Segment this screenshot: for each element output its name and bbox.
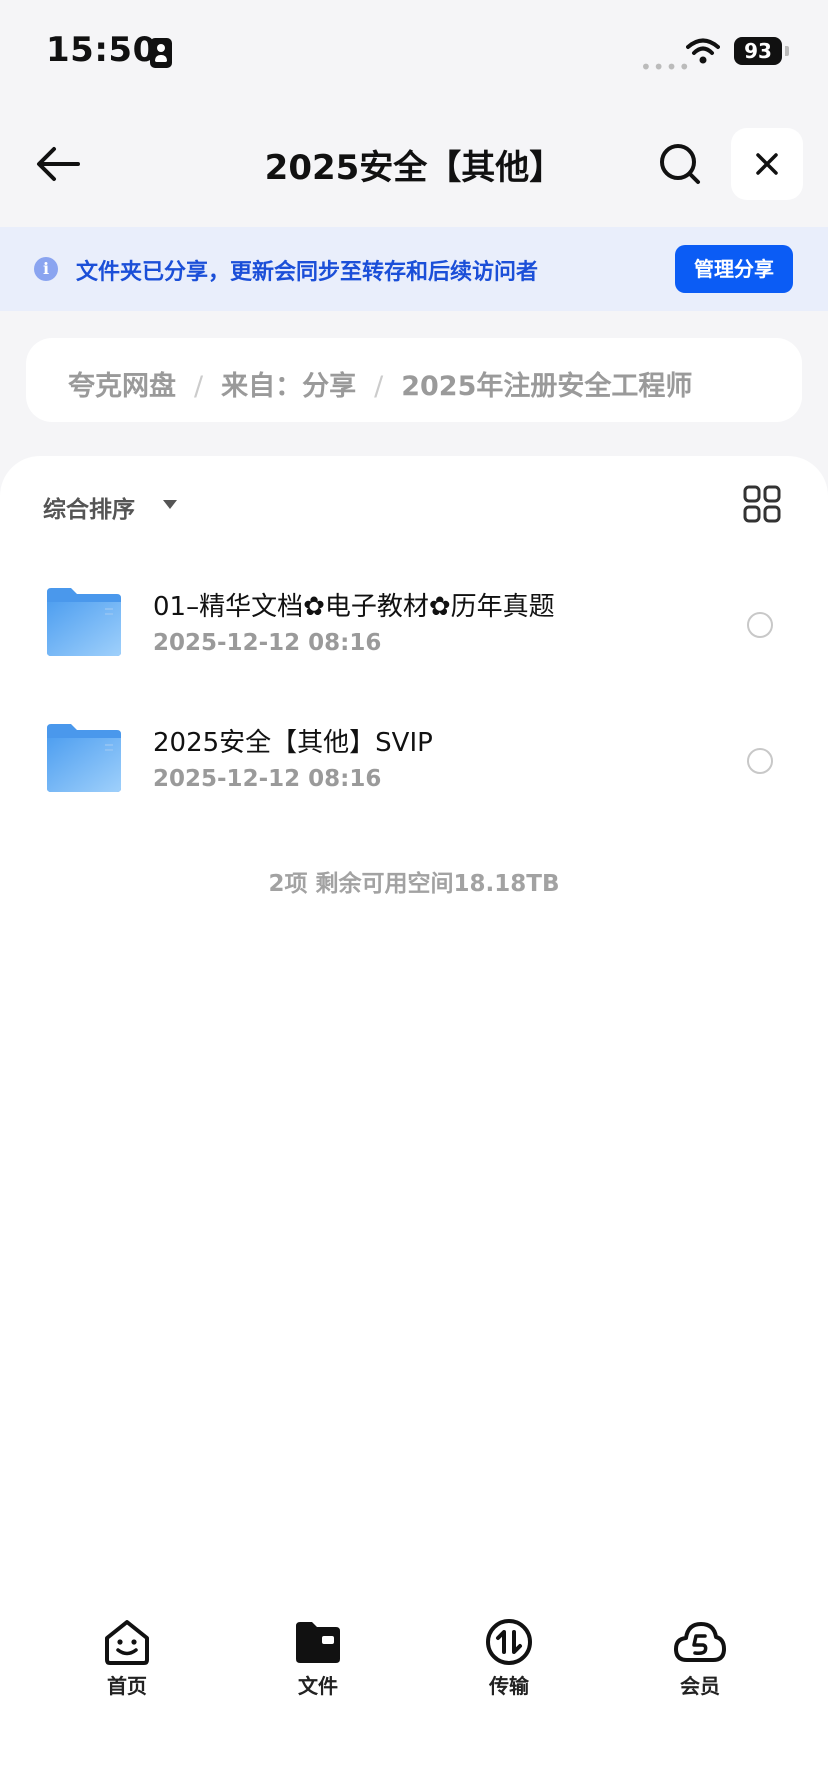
- folder-wallet-icon: [296, 1622, 340, 1663]
- tab-transfer-label: 传输: [489, 1674, 529, 1698]
- info-icon: i: [34, 257, 58, 281]
- battery-tip: [785, 46, 789, 56]
- caret-down-icon[interactable]: [163, 500, 177, 509]
- file-name: 01–精华文档✿电子教材✿历年真题: [153, 592, 555, 622]
- breadcrumb-fade: [742, 338, 802, 422]
- arrow-left-icon: [37, 147, 80, 181]
- sort-dropdown[interactable]: 综合排序: [43, 490, 135, 524]
- breadcrumb-item-folder[interactable]: 2025年注册安全工程师: [401, 371, 692, 402]
- tab-files[interactable]: 文件: [258, 1618, 378, 1710]
- nav-bar: 2025安全【其他】: [0, 112, 828, 216]
- storage-summary: 2项 剩余可用空间18.18TB: [268, 871, 560, 897]
- back-button[interactable]: [30, 136, 86, 192]
- wifi-icon: [686, 38, 720, 64]
- select-radio[interactable]: [747, 748, 773, 774]
- share-banner-text: 文件夹已分享，更新会同步至转存和后续访问者: [76, 260, 539, 285]
- file-date: 2025-12-12 08:16: [153, 766, 382, 792]
- member-cloud-icon: [674, 1622, 726, 1662]
- folder-icon: [47, 724, 121, 792]
- tab-home[interactable]: 首页: [67, 1618, 187, 1710]
- breadcrumb-item-share[interactable]: 来自：分享: [221, 371, 356, 402]
- battery-icon: 93: [734, 37, 782, 65]
- focus-badge-icon: [150, 38, 172, 68]
- file-name: 2025安全【其他】SVIP: [153, 728, 433, 758]
- tab-transfer[interactable]: 传输: [449, 1618, 569, 1710]
- tab-member[interactable]: 会员: [640, 1618, 760, 1710]
- tab-files-label: 文件: [298, 1674, 338, 1698]
- tab-bar: 首页 文件 传输 会员: [0, 1600, 828, 1710]
- breadcrumb: 夸克网盘 / 来自：分享 / 2025年注册安全工程师: [26, 338, 802, 422]
- status-time: 15:50: [46, 30, 157, 70]
- signal-icon: ••••: [640, 55, 692, 79]
- breadcrumb-separator: /: [194, 371, 204, 402]
- close-button[interactable]: [731, 128, 803, 200]
- grid-view-icon[interactable]: [742, 484, 782, 524]
- transfer-icon: [486, 1619, 532, 1665]
- close-icon: [756, 153, 778, 175]
- breadcrumb-separator: /: [374, 371, 384, 402]
- select-radio[interactable]: [747, 612, 773, 638]
- status-bar: 15:50 •••• 93: [0, 0, 828, 100]
- file-row[interactable]: 2025安全【其他】SVIP 2025-12-12 08:16: [0, 704, 828, 814]
- file-list-panel: 综合排序 01–精华文档✿电子教材✿历年真题 2025-12-12 08:16 …: [0, 456, 828, 1792]
- manage-share-button[interactable]: 管理分享: [675, 245, 793, 293]
- share-banner: i 文件夹已分享，更新会同步至转存和后续访问者 管理分享: [0, 227, 828, 311]
- breadcrumb-item-root[interactable]: 夸克网盘: [68, 371, 176, 402]
- tab-home-label: 首页: [107, 1674, 147, 1698]
- page-title: 2025安全【其他】: [264, 148, 564, 188]
- file-row[interactable]: 01–精华文档✿电子教材✿历年真题 2025-12-12 08:16: [0, 568, 828, 678]
- search-button[interactable]: [652, 136, 708, 192]
- file-date: 2025-12-12 08:16: [153, 630, 382, 656]
- home-smile-icon: [105, 1620, 149, 1665]
- search-icon: [660, 144, 700, 184]
- folder-icon: [47, 588, 121, 656]
- tab-member-label: 会员: [680, 1674, 720, 1698]
